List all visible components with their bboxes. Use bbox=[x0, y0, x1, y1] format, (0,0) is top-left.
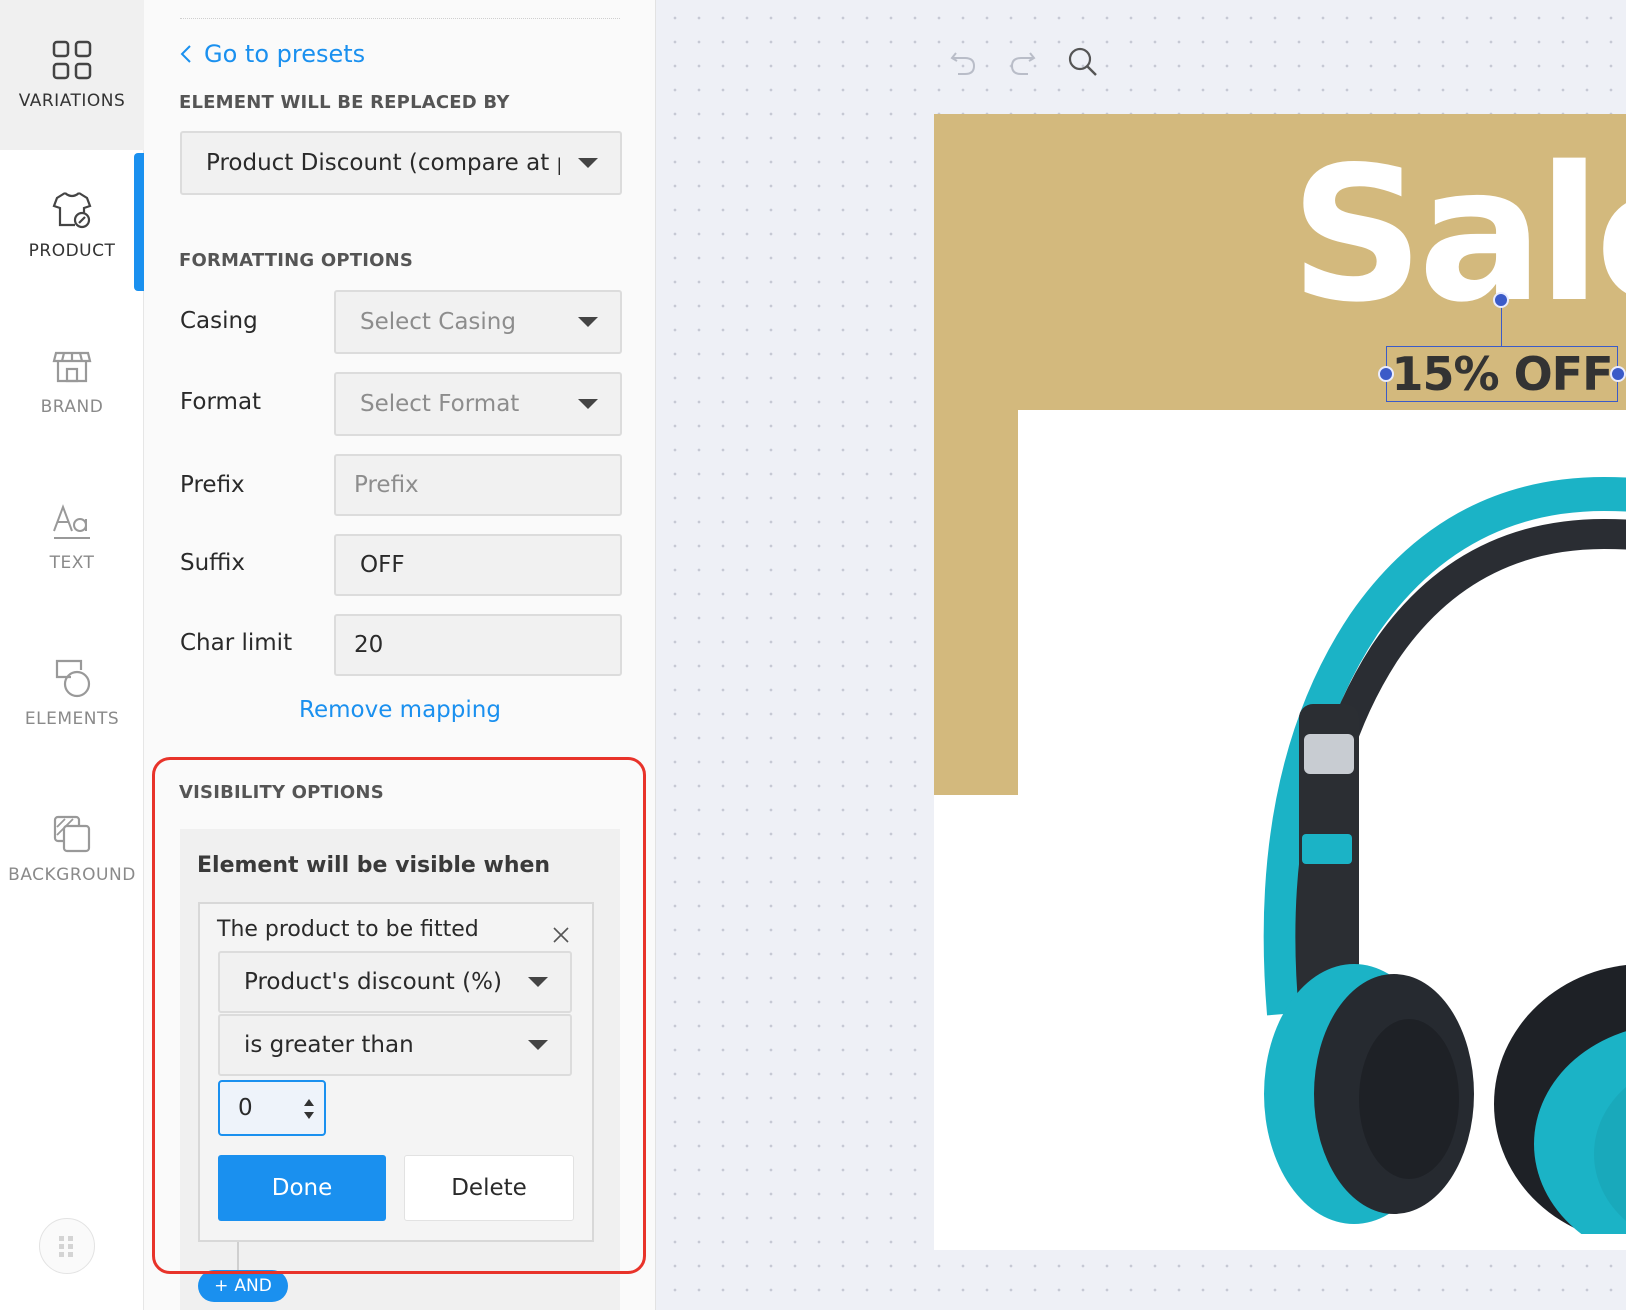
prefix-placeholder: Prefix bbox=[354, 472, 419, 498]
chevron-left-icon bbox=[180, 45, 191, 63]
format-select[interactable]: Select Format bbox=[334, 372, 622, 436]
formatting-title: FORMATTING OPTIONS bbox=[179, 250, 414, 271]
apps-grid-button[interactable] bbox=[39, 1218, 95, 1274]
ad-artboard[interactable]: Sale 15% OFF bbox=[934, 114, 1626, 1250]
rotate-handle[interactable] bbox=[1493, 292, 1509, 308]
replaced-by-select[interactable]: Product Discount (compare at price) bbox=[180, 131, 622, 195]
chevron-down-icon bbox=[578, 158, 598, 168]
go-to-presets-link[interactable]: Go to presets bbox=[180, 40, 365, 68]
grid-icon bbox=[52, 40, 92, 80]
rail-item-product[interactable]: PRODUCT bbox=[0, 150, 144, 300]
redo-button[interactable] bbox=[1003, 42, 1043, 82]
rail-label: PRODUCT bbox=[28, 241, 116, 261]
left-nav-rail: VARIATIONS PRODUCT BRAND TEXT ELEMENTS B… bbox=[0, 0, 144, 1310]
rail-label: ELEMENTS bbox=[24, 709, 120, 729]
rotate-handle-line bbox=[1501, 307, 1502, 347]
dots-grid-icon bbox=[59, 1236, 73, 1257]
rail-item-elements[interactable]: ELEMENTS bbox=[0, 618, 144, 768]
rail-label: BACKGROUND bbox=[8, 865, 136, 885]
headphones-product-image[interactable] bbox=[1244, 454, 1626, 1234]
casing-label: Casing bbox=[180, 308, 258, 334]
suffix-value: OFF bbox=[360, 552, 405, 578]
store-icon bbox=[52, 351, 92, 383]
and-label: AND bbox=[234, 1276, 272, 1296]
rail-label: TEXT bbox=[49, 553, 95, 573]
resize-handle-left[interactable] bbox=[1378, 366, 1394, 382]
chevron-down-icon bbox=[578, 317, 598, 327]
casing-select[interactable]: Select Casing bbox=[334, 290, 622, 354]
rail-item-background[interactable]: BACKGROUND bbox=[0, 774, 144, 924]
remove-mapping-link[interactable]: Remove mapping bbox=[144, 697, 656, 723]
format-label: Format bbox=[180, 389, 262, 415]
chevron-down-icon bbox=[578, 399, 598, 409]
rail-item-text[interactable]: TEXT bbox=[0, 462, 144, 612]
replaced-by-value: Product Discount (compare at price) bbox=[206, 150, 560, 176]
divider bbox=[180, 18, 620, 19]
plus-icon: + bbox=[214, 1276, 229, 1296]
layers-icon bbox=[53, 815, 91, 853]
discount-badge[interactable]: 15% OFF bbox=[1386, 346, 1618, 402]
rail-item-variations[interactable]: VARIATIONS bbox=[0, 0, 144, 150]
zoom-button[interactable] bbox=[1063, 42, 1103, 82]
resize-handle-right[interactable] bbox=[1610, 366, 1626, 382]
back-link-label: Go to presets bbox=[204, 40, 366, 68]
sale-headline[interactable]: Sale bbox=[1290, 142, 1626, 328]
char-limit-label: Char limit bbox=[180, 630, 293, 656]
highlight-outline bbox=[152, 757, 646, 1274]
format-placeholder: Select Format bbox=[360, 391, 520, 417]
prefix-input[interactable]: Prefix bbox=[334, 454, 622, 516]
redo-icon bbox=[1010, 52, 1036, 75]
tshirt-icon bbox=[52, 192, 92, 229]
suffix-label: Suffix bbox=[180, 550, 246, 576]
rail-active-indicator bbox=[134, 153, 144, 291]
design-canvas[interactable]: Sale 15% OFF bbox=[657, 0, 1626, 1310]
undo-button[interactable] bbox=[943, 42, 983, 82]
undo-icon bbox=[950, 52, 976, 75]
shapes-icon bbox=[55, 659, 91, 698]
char-limit-input[interactable]: 20 bbox=[334, 614, 622, 676]
search-icon bbox=[1068, 47, 1097, 76]
add-and-condition-button[interactable]: + AND bbox=[198, 1270, 288, 1302]
suffix-input[interactable]: OFF bbox=[334, 534, 622, 596]
replaced-by-title: ELEMENT WILL BE REPLACED BY bbox=[179, 92, 510, 113]
casing-placeholder: Select Casing bbox=[360, 309, 516, 335]
rail-item-brand[interactable]: BRAND bbox=[0, 306, 144, 456]
rail-label: VARIATIONS bbox=[18, 91, 126, 111]
char-limit-value: 20 bbox=[354, 632, 384, 658]
gold-side-bar bbox=[934, 410, 1018, 795]
prefix-label: Prefix bbox=[180, 472, 245, 498]
text-aa-icon bbox=[53, 504, 90, 539]
rail-label: BRAND bbox=[40, 397, 104, 417]
